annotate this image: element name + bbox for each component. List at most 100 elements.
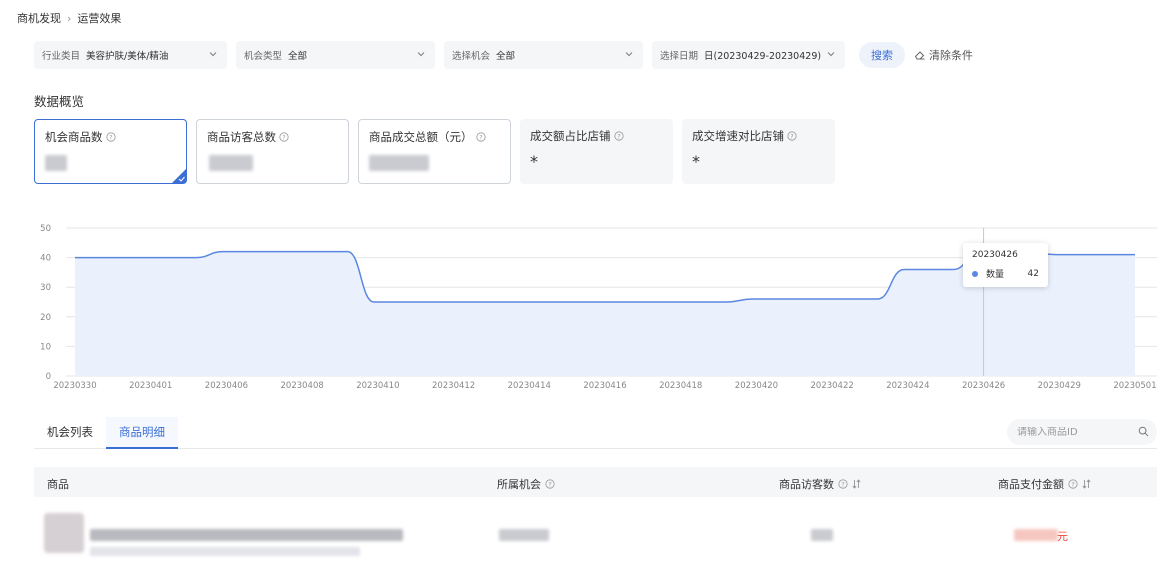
help-icon[interactable]: ? [475,132,486,142]
tooltip-date: 20230426 [972,250,1018,260]
card-value: * [692,152,700,171]
eraser-icon [914,51,925,60]
help-icon[interactable]: ? [613,131,624,141]
x-tick-label: 20230418 [659,381,702,391]
help-icon[interactable]: ? [787,131,797,141]
check-corner-icon [172,169,186,183]
card-title: 机会商品数 [45,130,103,144]
x-tick-label: 20230401 [129,381,172,391]
redacted-value [45,155,67,171]
filter-label: 选择日期 [660,51,699,62]
redacted-visitors [811,529,833,541]
amount-unit: 元 [1057,530,1068,543]
y-tick-label: 30 [40,283,51,293]
overview-title: 数据概览 [34,94,85,109]
redacted-amount [1014,529,1058,541]
card-title: 商品访客总数 [207,130,276,144]
series-dot [972,270,978,277]
chevron-down-icon [625,52,633,57]
industry-category-select[interactable]: 行业类目 美容护肤/美体/精油 [34,41,227,69]
svg-text:?: ? [790,132,793,140]
x-tick-label: 20230408 [281,381,324,391]
y-tick-label: 0 [46,372,51,382]
column-product: 商品 [47,478,69,491]
tooltip-label: 数量 [986,270,1005,280]
svg-text:?: ? [1071,480,1074,488]
x-tick-label: 20230406 [205,381,248,391]
metric-card-gmv[interactable]: 商品成交总额（元） ? [358,119,511,184]
product-id-input[interactable] [1017,426,1127,438]
svg-text:?: ? [109,133,112,141]
card-value [45,153,176,171]
opportunity-select[interactable]: 选择机会 全部 [444,41,643,69]
metric-card-gmv-share[interactable]: 成交额占比店铺 ? * [520,119,673,184]
redacted-value [369,155,429,171]
filter-label: 机会类型 [244,51,283,62]
card-value: * [530,152,538,171]
chevron-down-icon [209,52,217,57]
clear-conditions-button[interactable]: 清除条件 [914,47,973,63]
help-icon[interactable]: ? [1068,479,1078,489]
metric-card-visitors[interactable]: 商品访客总数 ? [196,119,349,184]
card-title: 成交增速对比店铺 [692,129,784,143]
opportunity-type-select[interactable]: 机会类型 全部 [236,41,435,69]
sort-icon[interactable] [1082,479,1091,489]
redacted-product-name [90,529,403,541]
redacted-product-subtitle [90,547,360,556]
tooltip-value: 42 [1027,268,1039,279]
card-title: 商品成交总额（元） [369,130,473,144]
svg-text:?: ? [548,480,551,488]
tab-product-detail[interactable]: 商品明细 [106,417,178,449]
breadcrumb-root[interactable]: 商机发现 [17,10,61,26]
x-tick-label: 20230412 [432,381,475,391]
svg-text:?: ? [282,133,285,141]
table-row[interactable] [34,505,1157,561]
y-tick-label: 50 [40,224,51,234]
x-tick-label: 20230330 [53,381,96,391]
sort-icon[interactable] [852,479,861,489]
redacted-value [209,155,253,171]
chart-tooltip: 20230426 数量 42 [963,243,1048,287]
chevron-down-icon [417,52,425,57]
metric-card-growth-vs-store[interactable]: 成交增速对比店铺 ? * [682,119,835,184]
column-visitors: 商品访客数 ? [779,476,861,492]
filter-value: 日(20230429-20230429) [704,51,822,62]
chevron-down-icon [827,52,835,57]
filter-value: 全部 [496,51,516,62]
tab-opportunity-list[interactable]: 机会列表 [34,417,106,449]
help-icon[interactable]: ? [279,132,289,142]
filter-label: 行业类目 [42,51,81,62]
filter-label: 选择机会 [452,51,491,62]
x-tick-label: 20230416 [583,381,626,391]
filter-value: 全部 [288,51,308,62]
column-payment-amount: 商品支付金额 ? [998,476,1091,492]
search-button[interactable]: 搜索 [859,42,905,68]
clear-conditions-label: 清除条件 [929,49,973,62]
svg-text:?: ? [841,480,844,488]
detail-tabs: 机会列表 商品明细 [34,417,1157,449]
svg-text:?: ? [617,132,620,140]
svg-text:?: ? [479,133,482,141]
y-tick-label: 40 [40,254,51,264]
x-tick-label: 20230424 [886,381,929,391]
x-tick-label: 20230420 [735,381,778,391]
date-select[interactable]: 选择日期 日(20230429-20230429) [652,41,845,69]
filter-bar: 行业类目 美容护肤/美体/精油 机会类型 全部 选择机会 全部 选择日期 日(2… [34,41,973,69]
product-thumbnail [44,513,84,553]
y-tick-label: 10 [40,342,51,352]
breadcrumb-current: 运营效果 [77,12,122,25]
help-icon[interactable]: ? [545,479,555,489]
search-icon[interactable] [1138,426,1149,437]
x-tick-label: 20230410 [356,381,399,391]
breadcrumb: 商机发现 › 运营效果 [17,10,121,26]
help-icon[interactable]: ? [838,479,848,489]
card-value [369,153,500,171]
x-tick-label: 20230426 [962,381,1005,391]
help-icon[interactable]: ? [105,132,116,142]
y-tick-label: 20 [40,313,51,323]
product-table-header: 商品 所属机会 ? 商品访客数 ? 商品支付金额 ? [34,467,1157,497]
metric-card-opportunity-products[interactable]: 机会商品数 ? [34,119,187,184]
breadcrumb-separator: › [67,11,72,25]
x-tick-label: 20230414 [508,381,551,391]
x-tick-label: 20230429 [1038,381,1081,391]
